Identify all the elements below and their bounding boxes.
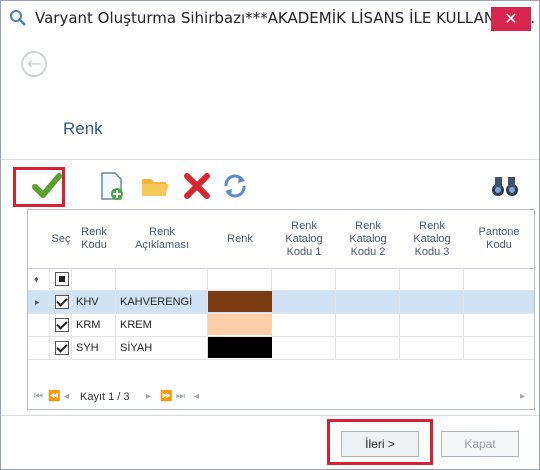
delete-icon[interactable]	[181, 170, 213, 202]
color-swatch	[208, 337, 272, 358]
divider	[1, 159, 539, 160]
color-grid: Seç Renk Kodu Renk Açıklaması Renk Renk …	[27, 209, 535, 389]
find-binoculars-icon[interactable]	[489, 170, 521, 202]
select-cell	[50, 291, 72, 313]
catalog-cell[interactable]	[336, 337, 400, 359]
catalog-cell[interactable]	[272, 314, 336, 336]
window-title: Varyant Oluşturma Sihirbazı***AKADEMİK L…	[35, 9, 536, 27]
row-indicator-header	[28, 210, 51, 269]
filter-icon: ♦	[28, 268, 50, 290]
next-page-icon[interactable]: ⏩	[160, 391, 172, 402]
column-header-catalog-1[interactable]: Renk Katalog Kodu 1	[272, 210, 337, 269]
table-row[interactable]: SYH SİYAH	[28, 337, 534, 360]
catalog-cell[interactable]	[336, 314, 400, 336]
row-indicator	[28, 314, 50, 336]
color-cell[interactable]	[208, 314, 272, 336]
filter-cell[interactable]	[464, 268, 534, 290]
record-navigator: ⏮ ⏪ ◂ Kayıt 1 / 3 ▸ ⏩ ⏭ ◂ ▸	[27, 387, 535, 410]
divider	[1, 415, 539, 416]
table-row[interactable]: KRM KREM	[28, 314, 534, 337]
next-record-icon[interactable]: ▸	[146, 391, 151, 402]
color-swatch	[208, 291, 272, 312]
catalog-cell[interactable]	[400, 337, 464, 359]
select-cell	[50, 314, 72, 336]
close-button[interactable]: Kapat	[441, 431, 519, 457]
row-indicator	[28, 337, 50, 359]
scroll-right-icon[interactable]: ▸	[520, 391, 525, 402]
prev-page-icon[interactable]: ⏪	[48, 391, 60, 402]
catalog-cell[interactable]	[336, 291, 400, 313]
filter-cell[interactable]	[116, 268, 208, 290]
description-cell[interactable]: SİYAH	[116, 337, 208, 359]
section-title: Renk	[63, 119, 103, 138]
pantone-cell[interactable]	[464, 291, 534, 313]
record-counter: Kayıt 1 / 3	[80, 391, 130, 403]
code-cell[interactable]: SYH	[72, 337, 116, 359]
filter-cell[interactable]	[272, 268, 336, 290]
wizard-window: Varyant Oluşturma Sihirbazı***AKADEMİK L…	[0, 0, 540, 470]
filter-cell[interactable]	[400, 268, 464, 290]
prev-record-icon[interactable]: ◂	[64, 391, 69, 402]
scroll-left-icon[interactable]: ◂	[194, 391, 199, 402]
column-header-catalog-2[interactable]: Renk Katalog Kodu 2	[336, 210, 401, 269]
filter-row: ♦	[28, 268, 534, 291]
catalog-cell[interactable]	[272, 337, 336, 359]
select-cell	[50, 337, 72, 359]
description-cell[interactable]: KREM	[116, 314, 208, 336]
row-checkbox[interactable]	[55, 318, 69, 332]
column-header-color[interactable]: Renk	[208, 210, 273, 269]
filter-select-cell	[50, 268, 72, 290]
column-header-pantone[interactable]: Pantone Kodu	[464, 210, 534, 269]
row-checkbox[interactable]	[55, 341, 69, 355]
description-cell[interactable]: KAHVERENGİ	[116, 291, 208, 313]
filter-cell[interactable]	[208, 268, 272, 290]
code-cell[interactable]: KHV	[72, 291, 116, 313]
highlight-box	[13, 167, 65, 207]
catalog-cell[interactable]	[400, 314, 464, 336]
column-header-catalog-3[interactable]: Renk Katalog Kodu 3	[400, 210, 465, 269]
catalog-cell[interactable]	[272, 291, 336, 313]
column-header-code[interactable]: Renk Kodu	[72, 210, 117, 269]
color-swatch	[208, 314, 272, 335]
row-checkbox[interactable]	[55, 295, 69, 309]
last-record-icon[interactable]: ⏭	[176, 391, 185, 402]
pantone-cell[interactable]	[464, 314, 534, 336]
back-arrow-icon[interactable]: ←	[21, 51, 47, 77]
refresh-icon[interactable]	[219, 170, 251, 202]
toolbar	[21, 164, 529, 208]
new-document-icon[interactable]	[95, 170, 127, 202]
title-bar: Varyant Oluşturma Sihirbazı***AKADEMİK L…	[1, 1, 539, 35]
filter-checkbox[interactable]	[55, 272, 69, 286]
filter-cell[interactable]	[336, 268, 400, 290]
color-cell[interactable]	[208, 337, 272, 359]
column-header-description[interactable]: Renk Açıklaması	[116, 210, 209, 269]
catalog-cell[interactable]	[400, 291, 464, 313]
filter-cell[interactable]	[72, 268, 116, 290]
open-folder-icon[interactable]	[139, 170, 171, 202]
highlight-box	[327, 419, 433, 465]
code-cell[interactable]: KRM	[72, 314, 116, 336]
first-record-icon[interactable]: ⏮	[34, 391, 43, 402]
table-row[interactable]: ▸ KHV KAHVERENGİ	[28, 291, 534, 314]
color-cell[interactable]	[208, 291, 272, 313]
current-row-icon: ▸	[28, 291, 50, 313]
close-window-button[interactable]: ✕	[491, 7, 531, 31]
app-icon	[10, 10, 26, 26]
pantone-cell[interactable]	[464, 337, 534, 359]
column-header-select[interactable]: Seç	[50, 210, 73, 269]
